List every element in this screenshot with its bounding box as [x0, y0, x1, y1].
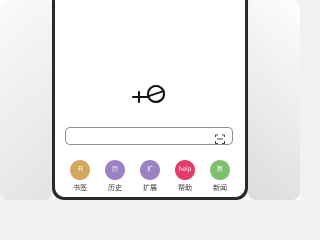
shortcut-label: 帮助 [178, 184, 192, 192]
history-icon: 历 [105, 160, 125, 180]
scan-svg [215, 134, 225, 144]
extension-icon: 扩 [140, 160, 160, 180]
scan-icon[interactable] [214, 130, 226, 144]
bookmark-icon: 书 [70, 160, 90, 180]
shortcut-bookmarks[interactable]: 书 书签 [63, 160, 97, 196]
stage: 书 书签 历 历史 扩 扩展 help 帮助 新 新闻 [0, 0, 300, 200]
shortcut-label: 书签 [73, 184, 87, 192]
address-search-bar[interactable] [65, 127, 233, 145]
background-left [0, 0, 52, 200]
news-icon: 新 [210, 160, 230, 180]
shortcut-news[interactable]: 新 新闻 [203, 160, 237, 196]
shortcut-label: 扩展 [143, 184, 157, 192]
shortcut-help[interactable]: help 帮助 [168, 160, 202, 196]
browser-home-screen: 书 书签 历 历史 扩 扩展 help 帮助 新 新闻 [55, 0, 245, 197]
shortcut-label: 新闻 [213, 184, 227, 192]
logo-svg [131, 84, 166, 104]
shortcut-extensions[interactable]: 扩 扩展 [133, 160, 167, 196]
shortcut-label: 历史 [108, 184, 122, 192]
phone-frame: 书 书签 历 历史 扩 扩展 help 帮助 新 新闻 [52, 0, 248, 200]
search-input[interactable] [72, 129, 206, 145]
background-right [248, 0, 300, 200]
shortcut-grid: 书 书签 历 历史 扩 扩展 help 帮助 新 新闻 [63, 160, 237, 196]
shortcut-history[interactable]: 历 历史 [98, 160, 132, 196]
help-icon: help [175, 160, 195, 180]
browser-logo-icon [129, 82, 171, 106]
